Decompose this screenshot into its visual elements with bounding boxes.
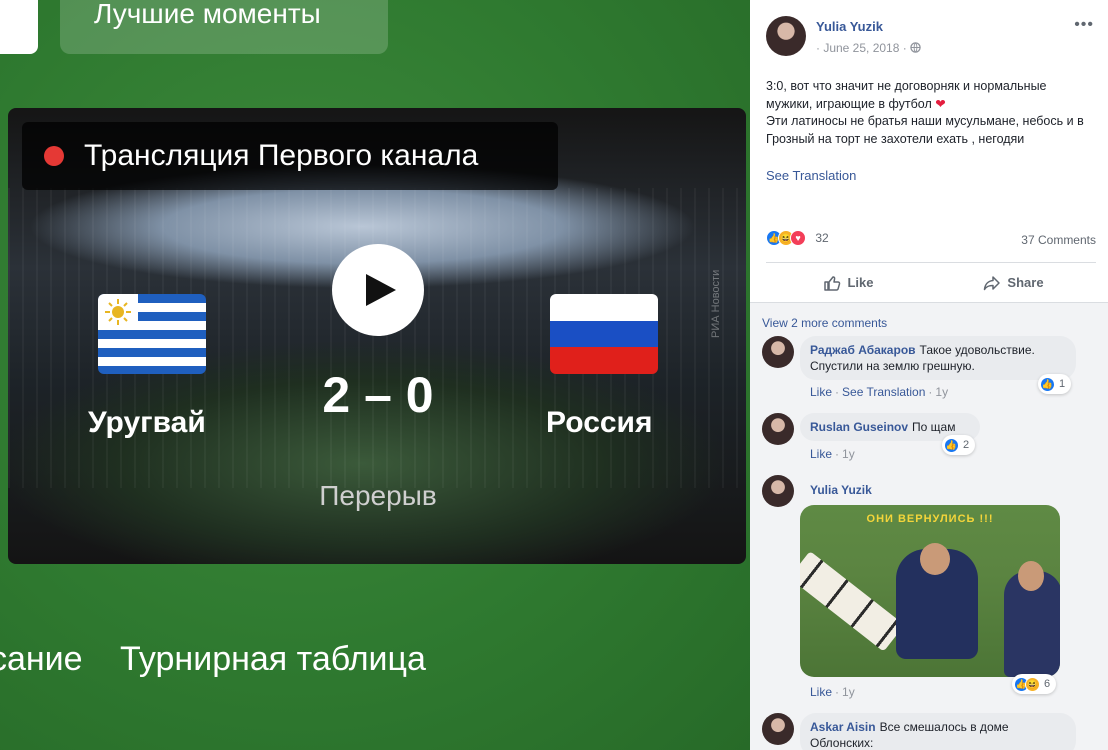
team-left: Уругвай xyxy=(88,406,206,439)
post-stats: 👍 😆 ♥ 32 37 Comments xyxy=(766,230,1096,250)
comment-translate-link[interactable]: See Translation xyxy=(842,385,925,399)
player-figure xyxy=(1004,561,1060,677)
play-icon xyxy=(366,274,396,306)
score: 2 – 0 xyxy=(322,367,434,423)
love-reaction-icon: ♥ xyxy=(790,230,806,246)
russia-flag xyxy=(550,294,658,374)
commenter-name[interactable]: Yulia Yuzik xyxy=(810,483,872,497)
heart-icon: ❤ xyxy=(935,96,946,111)
share-icon xyxy=(984,275,1001,290)
reaction-icons[interactable]: 👍 😆 ♥ xyxy=(766,230,806,246)
photo-viewer: Лучшие моменты Трансляция Первого канала… xyxy=(0,0,750,750)
broadcast-label: Трансляция Первого канала xyxy=(84,139,479,172)
meme-caption: ОНИ ВЕРНУЛИСЬ !!! xyxy=(866,513,994,525)
post-sidebar: Yulia Yuzik · June 25, 2018 · ••• 3:0, в… xyxy=(750,0,1108,750)
broadcast-banner: Трансляция Первого канала xyxy=(22,122,558,190)
see-translation-link[interactable]: See Translation xyxy=(766,168,856,183)
player-figure xyxy=(896,543,978,659)
view-more-comments-link[interactable]: View 2 more comments xyxy=(762,316,887,330)
comment-reactions[interactable]: 👍 2 xyxy=(942,435,976,455)
commenter-avatar[interactable] xyxy=(762,413,794,445)
team-right: Россия xyxy=(546,406,653,439)
best-moments-button[interactable]: Лучшие моменты xyxy=(60,0,388,54)
live-dot-icon xyxy=(44,146,64,166)
share-button[interactable]: Share xyxy=(931,263,1096,302)
comment-item: Раджаб Абакаров Такое удовольствие. Спуст… xyxy=(762,336,1102,406)
comments-section: View 2 more comments Раджаб Абакаров Тако… xyxy=(750,303,1108,750)
uruguay-flag xyxy=(98,294,206,374)
back-button[interactable] xyxy=(0,0,38,54)
commenter-name[interactable]: Askar Aisin xyxy=(810,720,876,734)
play-button[interactable] xyxy=(332,244,424,336)
comment-reactions[interactable]: 👍 1 xyxy=(1038,374,1072,394)
commenter-avatar[interactable] xyxy=(762,336,794,368)
tab-description[interactable]: сание xyxy=(0,640,83,678)
commenter-name[interactable]: Ruslan Guseinov xyxy=(810,420,908,434)
match-card: Трансляция Первого канала Уругвай 2 – 0 … xyxy=(8,108,746,564)
comment-like-link[interactable]: Like xyxy=(810,385,832,399)
match-status: Перерыв xyxy=(319,480,437,511)
sun-icon xyxy=(105,299,131,325)
comment-like-link[interactable]: Like xyxy=(810,685,832,699)
post-text: 3:0, вот что значит не договорняк и норм… xyxy=(766,79,1084,146)
comment-time[interactable]: 1y xyxy=(935,385,948,399)
comment-time[interactable]: 1y xyxy=(842,447,855,461)
comments-count[interactable]: 37 Comments xyxy=(1021,233,1096,247)
comment-meta: Like · See Translation · 1y xyxy=(810,385,949,399)
like-reaction-icon: 👍 xyxy=(1040,376,1055,392)
like-reaction-icon: 👍 xyxy=(944,437,959,453)
comment-time[interactable]: 1y xyxy=(842,685,855,699)
author-avatar[interactable] xyxy=(766,16,806,56)
birch-log xyxy=(800,551,905,652)
globe-icon xyxy=(910,42,921,53)
comment-meta: Like · 1y xyxy=(810,685,855,699)
comment-reactions[interactable]: 👍 😆 6 xyxy=(1012,674,1057,694)
commenter-avatar[interactable] xyxy=(762,713,794,745)
more-options-icon[interactable]: ••• xyxy=(1074,16,1094,34)
commenter-name[interactable]: Раджаб Абакаров xyxy=(810,343,916,357)
comment-bubble: Раджаб Абакаров Такое удовольствие. Спуст… xyxy=(800,336,1076,380)
thumbs-up-icon xyxy=(824,275,841,291)
haha-reaction-icon: 😆 xyxy=(1025,676,1040,692)
comment-item: Ruslan Guseinov По щам 👍 2 Like · 1y xyxy=(762,413,1102,463)
post-header: Yulia Yuzik · June 25, 2018 · ••• xyxy=(766,16,1096,56)
post-actions: Like Share xyxy=(766,262,1096,302)
comment-text: По щам xyxy=(912,420,956,434)
author-name[interactable]: Yulia Yuzik xyxy=(816,19,883,34)
bottom-tabs: сание Турнирная таблица xyxy=(0,640,454,679)
post-date[interactable]: · June 25, 2018 · xyxy=(816,41,921,55)
commenter-avatar[interactable] xyxy=(762,475,794,507)
watermark: РИА Новости xyxy=(710,269,722,338)
comment-bubble: Askar Aisin Все смешалось в доме Облонски… xyxy=(800,713,1076,750)
comment-meta: Like · 1y xyxy=(810,447,855,461)
comment-item: Askar Aisin Все смешалось в доме Облонски… xyxy=(762,713,1102,750)
reaction-count[interactable]: 32 xyxy=(815,231,828,245)
comment-like-link[interactable]: Like xyxy=(810,447,832,461)
like-button[interactable]: Like xyxy=(766,263,931,302)
tab-standings[interactable]: Турнирная таблица xyxy=(120,640,426,678)
meme-image[interactable]: ОНИ ВЕРНУЛИСЬ !!! xyxy=(800,505,1060,677)
